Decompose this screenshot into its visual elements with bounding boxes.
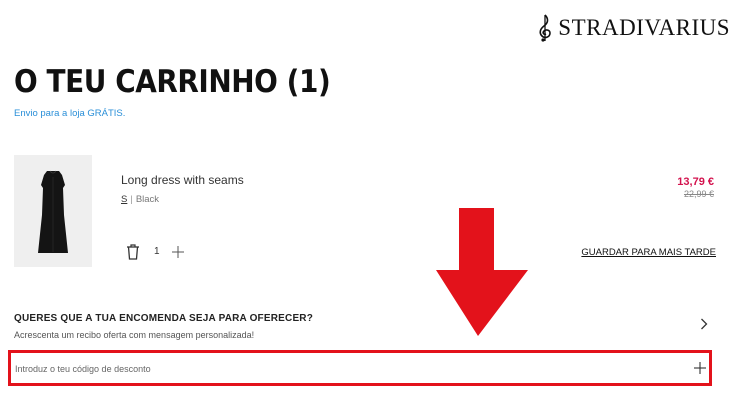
annotation-arrow-shape: [436, 208, 528, 336]
shipping-note: Envio para a loja GRÁTIS.: [14, 108, 126, 119]
save-for-later-link[interactable]: GUARDAR PARA MAIS TARDE: [581, 247, 716, 258]
dress-image: [38, 170, 68, 253]
variant-separator: |: [130, 194, 133, 205]
logo-text: STRADIVARIUS: [558, 15, 730, 40]
brand-logo[interactable]: STRADIVARIUS: [536, 14, 730, 42]
product-image[interactable]: [14, 155, 92, 267]
plus-icon[interactable]: [172, 246, 184, 258]
product-variant: S | Black: [121, 194, 159, 205]
trash-icon[interactable]: [126, 244, 140, 260]
product-name[interactable]: Long dress with seams: [121, 173, 244, 187]
chevron-right-icon[interactable]: [700, 318, 708, 330]
page-title: O TEU CARRINHO (1): [14, 64, 331, 100]
annotation-arrow: [436, 208, 528, 336]
discount-code-row[interactable]: [8, 350, 712, 386]
gift-option-title[interactable]: QUERES QUE A TUA ENCOMENDA SEJA PARA OFE…: [14, 313, 313, 324]
quantity-value: 1: [154, 246, 160, 257]
gift-option-description: Acrescenta um recibo oferta com mensagem…: [14, 330, 255, 340]
discount-code-input[interactable]: [15, 361, 635, 377]
variant-size: S: [121, 194, 128, 205]
price-current: 13,79 €: [677, 176, 714, 188]
plus-icon[interactable]: [693, 361, 707, 375]
variant-color: Black: [135, 194, 160, 205]
treble-clef-icon: [539, 14, 552, 42]
price-original: 22,99 €: [683, 189, 714, 199]
